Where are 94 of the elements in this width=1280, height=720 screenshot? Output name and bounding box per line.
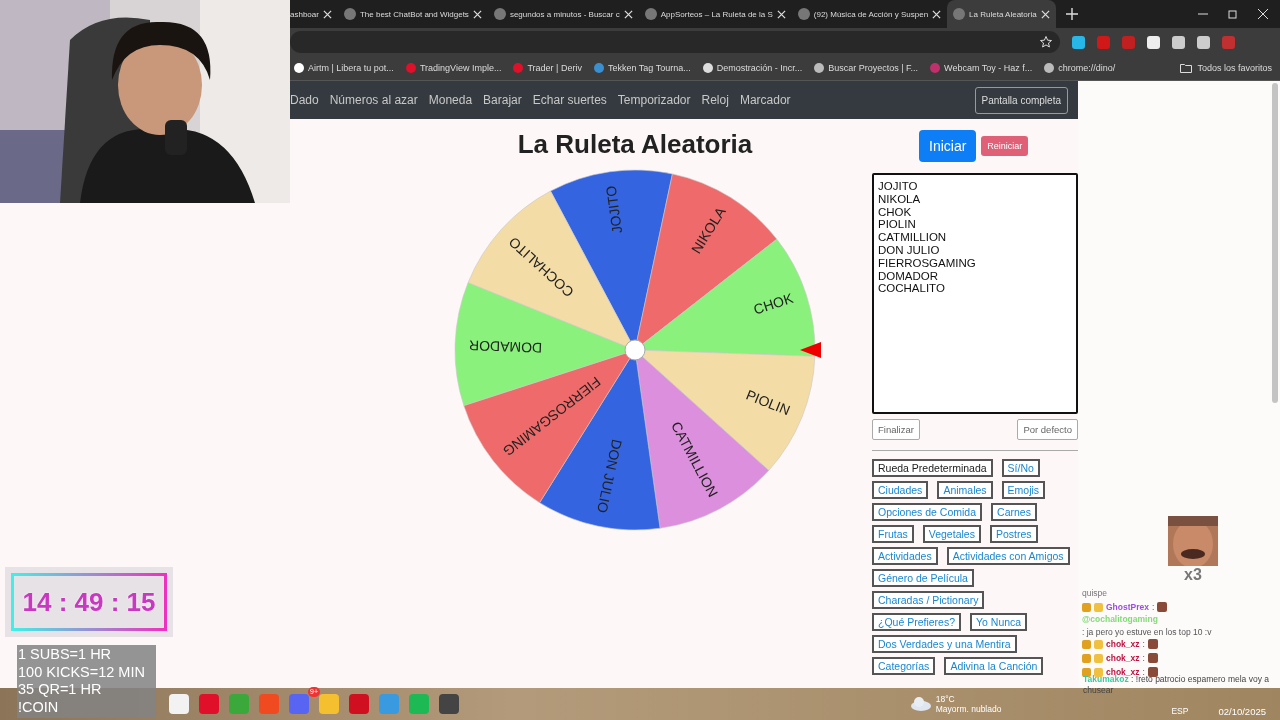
emote-count: x3 xyxy=(1184,566,1202,584)
finish-button[interactable]: Finalizar xyxy=(872,419,920,440)
segment-label: JOJITO xyxy=(602,184,626,235)
preset-button[interactable]: Frutas xyxy=(872,525,914,543)
bookmark[interactable]: chrome://dino/ xyxy=(1044,63,1116,73)
chat-username: @cochalitogaming xyxy=(1082,614,1158,624)
segment-label: DOMADOR xyxy=(468,337,543,357)
browser-tab[interactable]: (92) Música de Acción y Suspen xyxy=(791,0,948,28)
segment-label: DON JULIO xyxy=(593,437,626,515)
page-title: La Ruleta Aleatoria xyxy=(517,129,753,161)
bookmark[interactable]: Trader | Deriv xyxy=(513,63,582,73)
chat-username: chok_xz xyxy=(1106,667,1140,677)
favicon-icon xyxy=(797,8,810,20)
preset-button[interactable]: Rueda Predeterminada xyxy=(872,459,993,477)
favicon-icon xyxy=(644,8,657,20)
timer-text: 14 : 49 : 15 xyxy=(22,586,156,618)
bookmark[interactable]: Demostración - Incr... xyxy=(702,63,803,73)
preset-button[interactable]: Carnes xyxy=(991,503,1037,521)
preset-button[interactable]: Sí/No xyxy=(1001,459,1040,477)
preset-button[interactable]: Postres xyxy=(989,525,1038,543)
preset-button[interactable]: Charadas / Pictionary xyxy=(872,591,985,609)
default-button[interactable]: Por defecto xyxy=(1017,419,1078,440)
close-icon[interactable] xyxy=(1258,9,1268,19)
preset-button[interactable]: Yo Nunca xyxy=(970,613,1028,631)
preset-button[interactable]: Vegetales xyxy=(922,525,981,543)
chat-username: chok_xz xyxy=(1106,639,1140,649)
nav-link[interactable]: Echar suertes xyxy=(532,93,607,107)
goal-text: 1 SUBS=1 HR xyxy=(18,646,113,664)
favicon-icon xyxy=(953,8,966,20)
chat-message: : xyxy=(1142,639,1145,649)
extension-icon[interactable] xyxy=(1197,35,1210,49)
restore-icon[interactable] xyxy=(1228,9,1238,19)
folder-icon xyxy=(1180,63,1193,73)
browser-tab[interactable]: ashboar xyxy=(290,0,338,28)
cloud-icon xyxy=(909,696,932,712)
goal-text: 35 QR=1 HR xyxy=(18,681,103,699)
names-field[interactable]: JOJITO NIKOLA CHOK PIOLIN CATMILLION DON JULIO FIERROSGAMING DOMADOR COCHALITO xyxy=(872,173,1078,414)
preset-button[interactable]: Categorías xyxy=(872,657,936,675)
nav-link[interactable]: Barajar xyxy=(483,93,522,107)
chat-message: : ja pero yo estuve en los top 10 :v xyxy=(1082,627,1212,637)
app-icon[interactable] xyxy=(439,694,459,714)
close-icon[interactable] xyxy=(623,9,633,19)
nav-link[interactable]: Moneda xyxy=(428,93,473,107)
favicon-icon xyxy=(343,8,356,20)
browser-tab[interactable]: The best ChatBot and Widgets xyxy=(337,0,488,28)
preset-button[interactable]: ¿Qué Prefieres? xyxy=(872,613,962,631)
nav-link[interactable]: Marcador xyxy=(739,93,791,107)
preset-button[interactable]: Adivina la Canción xyxy=(944,657,1044,675)
fullscreen-button[interactable]: Pantalla completa xyxy=(974,86,1068,114)
preset-button[interactable]: Ciudades xyxy=(872,481,929,499)
close-icon[interactable] xyxy=(932,9,942,19)
nav-link[interactable]: Números al azar xyxy=(329,93,418,107)
nav-link[interactable]: Temporizador xyxy=(617,93,691,107)
preset-button[interactable]: Opciones de Comida xyxy=(872,503,983,521)
chat-username: chok_xz xyxy=(1106,653,1140,663)
preset-button[interactable]: Emojis xyxy=(1001,481,1046,499)
wheel-hub xyxy=(624,339,646,361)
bookmark[interactable]: Buscar Proyectos | F... xyxy=(814,63,919,73)
chat-message: quispe xyxy=(1082,588,1108,598)
bookmark[interactable]: TradingView Imple... xyxy=(405,63,502,73)
segment-label: CHOK xyxy=(751,289,795,318)
browser-tab[interactable]: AppSorteos – La Ruleta de la S xyxy=(638,0,792,28)
chat-username: GhostPrex xyxy=(1106,602,1149,612)
close-icon[interactable] xyxy=(472,9,482,19)
preset-button[interactable]: Género de Película xyxy=(872,569,974,587)
goal-text: !COIN xyxy=(18,698,60,716)
bookmark-folder[interactable]: Todos los favoritos xyxy=(1180,63,1272,73)
chat-message: : xyxy=(1152,602,1155,612)
extension-icon[interactable] xyxy=(1172,35,1185,49)
bookmark[interactable]: Tekken Tag Tourna... xyxy=(593,63,691,73)
bookmark[interactable]: Webcam Toy - Haz f... xyxy=(930,63,1033,73)
nav-link[interactable]: Dado xyxy=(290,93,319,107)
pointer-icon xyxy=(800,342,821,358)
browser-tab[interactable]: segundos a minutos - Buscar c xyxy=(487,0,639,28)
preset-button[interactable]: Actividades con Amigos xyxy=(946,547,1070,565)
chat-message: : xyxy=(1142,667,1145,677)
scrollbar[interactable] xyxy=(1272,83,1278,403)
close-icon[interactable] xyxy=(776,9,786,19)
extension-icon[interactable] xyxy=(1147,35,1160,49)
chat-message: : xyxy=(1142,653,1145,663)
goal-text: 100 KICKS=12 MIN xyxy=(18,663,146,681)
nav-link[interactable]: Reloj xyxy=(701,93,729,107)
preset-button[interactable]: Actividades xyxy=(872,547,938,565)
star-icon[interactable] xyxy=(1040,36,1052,48)
preset-button[interactable]: Animales xyxy=(937,481,993,499)
bookmark[interactable]: Airtm | Libera tu pot... xyxy=(294,63,394,73)
start-button[interactable]: Iniciar xyxy=(919,130,977,162)
close-icon[interactable] xyxy=(1040,9,1050,19)
close-icon[interactable] xyxy=(322,9,332,19)
extension-icon[interactable] xyxy=(1072,35,1085,49)
browser-tab[interactable]: La Ruleta Aleatoria xyxy=(947,0,1056,28)
preset-button[interactable]: Dos Verdades y una Mentira xyxy=(872,635,1017,653)
plus-icon[interactable] xyxy=(1065,8,1078,20)
favicon-icon xyxy=(493,8,506,20)
